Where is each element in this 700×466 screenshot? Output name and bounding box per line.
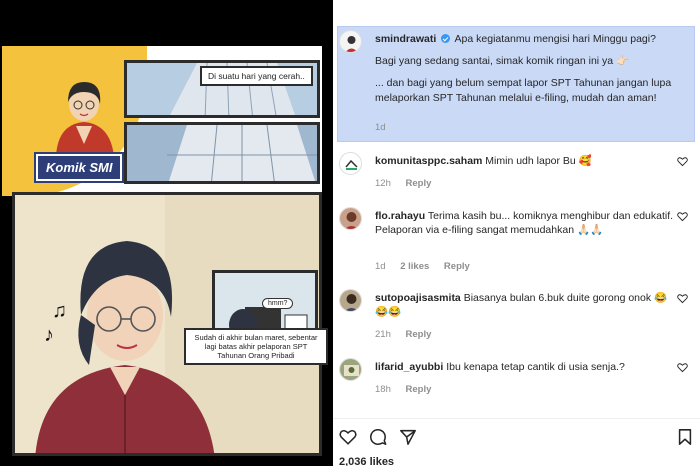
comic-caption-top: Di suatu hari yang cerah.. xyxy=(200,66,313,86)
verified-icon xyxy=(441,34,451,43)
music-note-icon: ♪ xyxy=(44,324,54,346)
likes-count[interactable]: 2,036 likes xyxy=(339,456,394,466)
comic-portrait-illustration xyxy=(56,82,114,156)
comment-text: komunitasppc.saham Mimin udh lapor Bu 🥰 xyxy=(375,154,675,168)
like-heart-icon[interactable] xyxy=(339,428,357,446)
caption-line-2: Bagi yang sedang santai, simak komik rin… xyxy=(375,55,630,68)
post-caption: smindrawati Apa kegiatanmu mengisi hari … xyxy=(339,30,694,140)
caption-meta: 1d xyxy=(375,122,398,133)
comment-item: lifarid_ayubbi Ibu kenapa tetap cantik d… xyxy=(339,358,694,402)
comment-meta: 21h Reply xyxy=(375,329,443,340)
comment-item: flo.rahayu Terima kasih bu... komiknya m… xyxy=(339,207,694,277)
comment-body: Ibu kenapa tetap cantik di usia senja.? xyxy=(446,361,625,373)
comment-item: sutopoajisasmita Biasanya bulan 6.buk du… xyxy=(339,289,694,340)
commenter-avatar[interactable] xyxy=(339,289,362,312)
author-username[interactable]: smindrawati xyxy=(375,33,436,45)
caption-text: smindrawati Apa kegiatanmu mengisi hari … xyxy=(375,32,675,105)
commenter-username[interactable]: lifarid_ayubbi xyxy=(375,361,443,373)
music-note-icon: ♫ xyxy=(52,300,67,322)
commenter-avatar[interactable] xyxy=(339,207,362,230)
comment-meta: 12h Reply xyxy=(375,178,443,189)
heart-icon[interactable] xyxy=(677,211,688,222)
reply-button[interactable]: Reply xyxy=(406,329,432,340)
commenter-username[interactable]: flo.rahayu xyxy=(375,210,425,222)
caption-line-3: ... dan bagi yang belum sempat lapor SPT… xyxy=(375,77,672,104)
comic-speech-bubble: hmm? xyxy=(262,298,294,309)
comic-caption-bottom: Sudah di akhir bulan maret, sebentar lag… xyxy=(184,328,328,365)
commenter-avatar[interactable] xyxy=(339,358,362,381)
comic-image: Di suatu hari yang cerah.. Komik SMI hmm… xyxy=(0,0,333,466)
heart-icon[interactable] xyxy=(677,362,688,373)
comment-body: Mimin udh lapor Bu 🥰 xyxy=(485,155,592,167)
commenter-username[interactable]: sutopoajisasmita xyxy=(375,292,461,304)
comment-meta: 18h Reply xyxy=(375,384,443,395)
comment-text: lifarid_ayubbi Ibu kenapa tetap cantik d… xyxy=(375,360,675,374)
heart-icon[interactable] xyxy=(677,293,688,304)
share-icon[interactable] xyxy=(399,428,417,446)
comment-icon[interactable] xyxy=(369,428,387,446)
comment-text: sutopoajisasmita Biasanya bulan 6.buk du… xyxy=(375,291,675,319)
bookmark-icon[interactable] xyxy=(676,428,694,446)
komik-smi-badge: Komik SMI xyxy=(36,154,123,181)
comment-timestamp: 12h xyxy=(375,178,391,189)
comment-likes[interactable]: 2 likes xyxy=(400,261,429,272)
comment-body: Terima kasih bu... komiknya menghibur da… xyxy=(427,210,674,222)
comment-timestamp: 21h xyxy=(375,329,391,340)
actions-divider xyxy=(333,418,700,419)
comment-timestamp: 1d xyxy=(375,261,386,272)
heart-icon[interactable] xyxy=(677,156,688,167)
caption-line-1: Apa kegiatanmu mengisi hari Minggu pagi? xyxy=(454,33,656,45)
comment-body-line-2: Pelaporan via e-filing sangat memudahkan… xyxy=(375,224,604,237)
instagram-post-panel: smindrawati Apa kegiatanmu mengisi hari … xyxy=(333,0,700,466)
reply-button[interactable]: Reply xyxy=(406,178,432,189)
commenter-username[interactable]: komunitasppc.saham xyxy=(375,155,482,167)
comic-panel-building-lower xyxy=(124,122,320,184)
comment-timestamp: 18h xyxy=(375,384,391,395)
comment-text: flo.rahayu Terima kasih bu... komiknya m… xyxy=(375,209,675,237)
comment-meta: 1d 2 likes Reply xyxy=(375,261,482,272)
commenter-avatar[interactable] xyxy=(339,152,362,175)
comment-item: komunitasppc.saham Mimin udh lapor Bu 🥰 … xyxy=(339,152,694,196)
author-avatar[interactable] xyxy=(339,30,362,53)
reply-button[interactable]: Reply xyxy=(406,384,432,395)
comic-page: Di suatu hari yang cerah.. Komik SMI hmm… xyxy=(2,46,328,456)
post-actions-bar xyxy=(339,428,694,446)
reply-button[interactable]: Reply xyxy=(444,261,470,272)
caption-timestamp: 1d xyxy=(375,122,386,133)
